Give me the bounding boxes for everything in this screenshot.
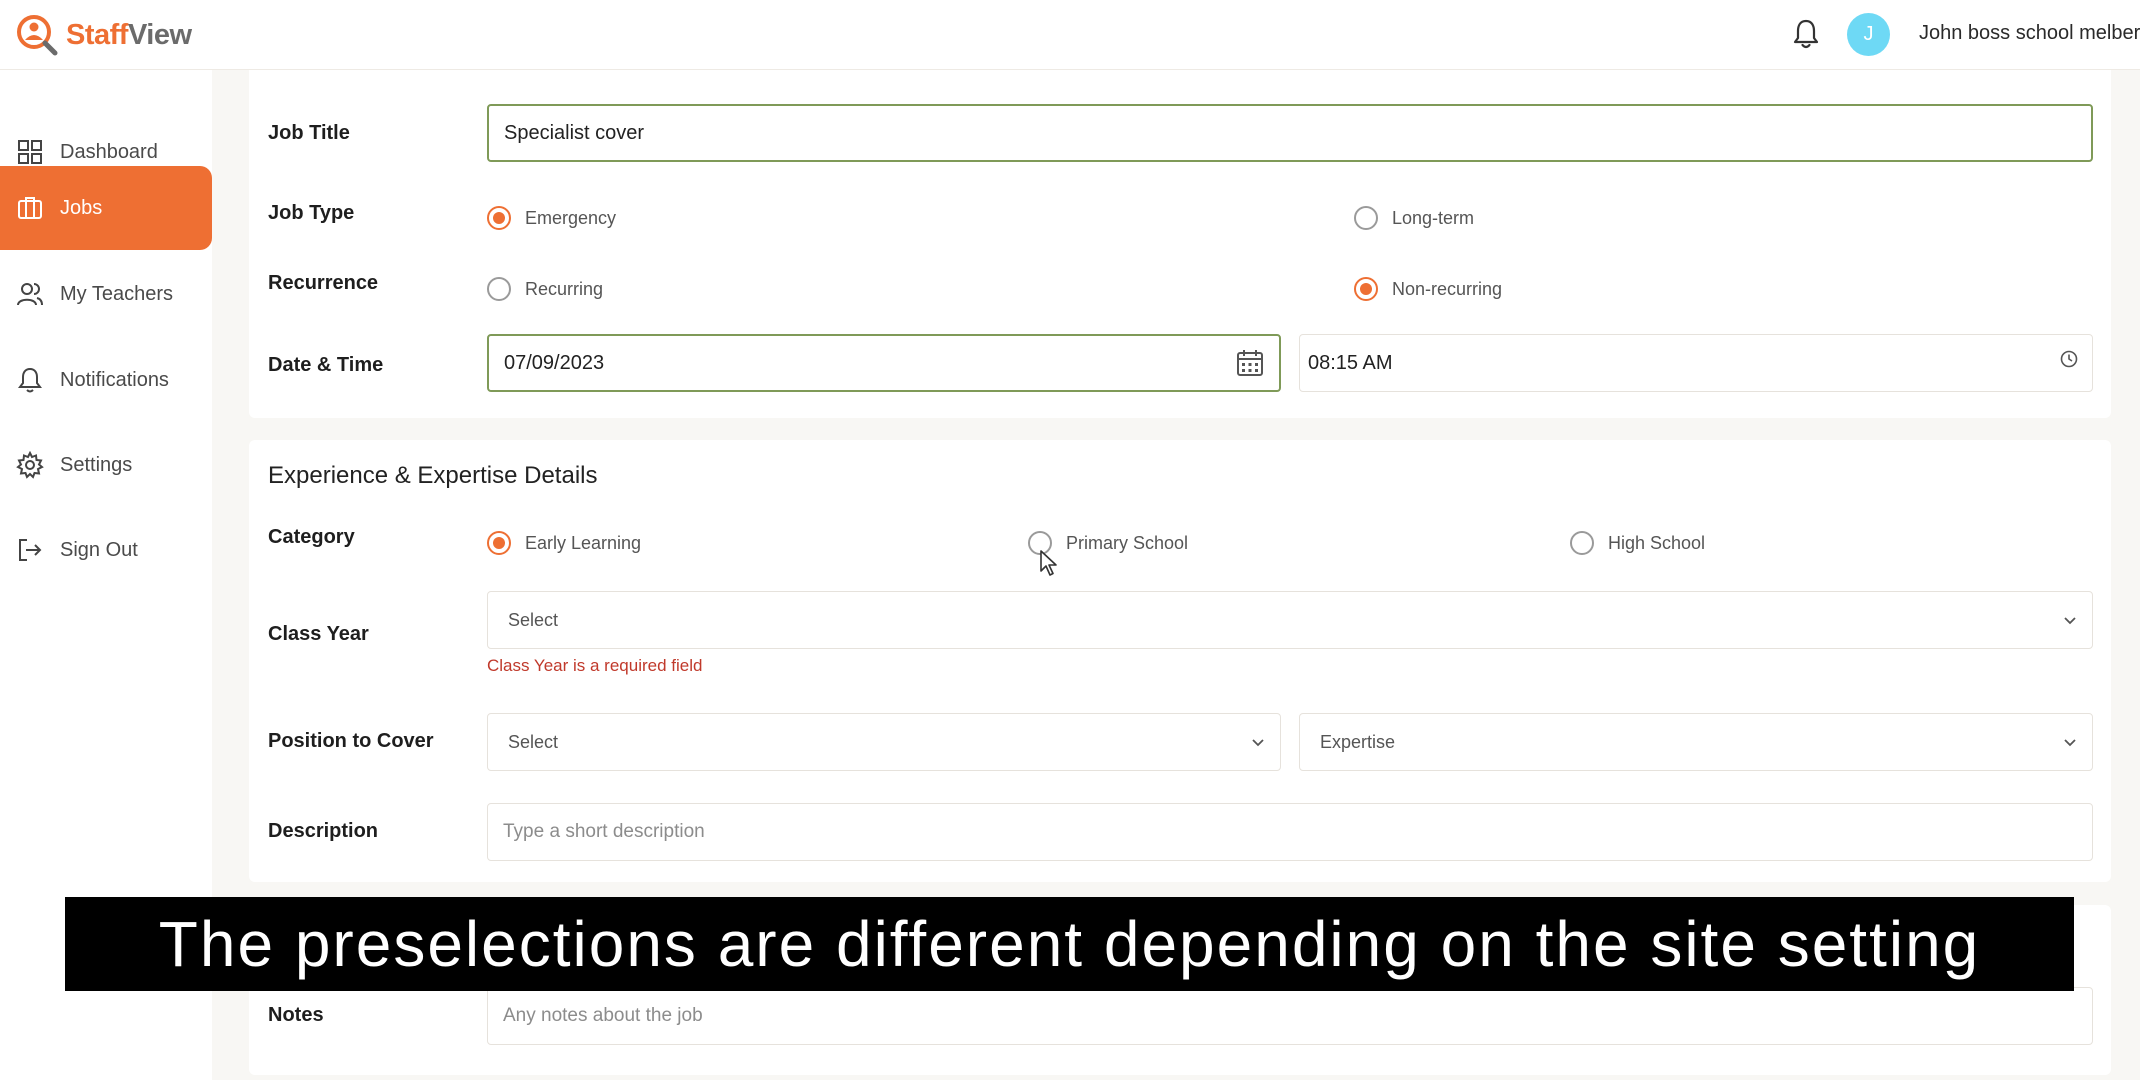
mouse-cursor-icon [1040, 550, 1057, 576]
radio-label: Primary School [1066, 532, 1189, 553]
briefcase-icon [16, 194, 44, 222]
radio-label: High School [1608, 532, 1706, 553]
chevron-down-icon [1250, 734, 1266, 750]
class-year-error: Class Year is a required field [487, 656, 703, 675]
logo-text: StaffView [66, 19, 192, 52]
top-bar: StaffView J John boss school melbern [0, 0, 2140, 70]
clock-icon[interactable] [2060, 350, 2078, 368]
sidebar-item-label: Dashboard [60, 140, 158, 163]
sidebar-item-label: Sign Out [60, 538, 138, 561]
recurrence-recurring-radio[interactable]: Recurring [487, 277, 603, 301]
radio-label: Emergency [525, 207, 617, 228]
staffview-logo[interactable]: StaffView [16, 10, 192, 60]
radio-label: Early Learning [525, 532, 642, 553]
radio-selected-icon [487, 531, 511, 555]
position-placeholder: Select [508, 731, 559, 752]
notes-label: Notes [268, 1004, 324, 1026]
radio-label: Non-recurring [1392, 278, 1503, 299]
user-avatar[interactable]: J [1847, 13, 1890, 56]
gear-icon [16, 451, 44, 479]
class-year-placeholder: Select [508, 609, 559, 630]
experience-section-title: Experience & Expertise Details [268, 462, 598, 489]
radio-label: Long-term [1392, 207, 1475, 228]
description-label: Description [268, 820, 379, 842]
job-type-emergency-radio[interactable]: Emergency [487, 206, 616, 230]
grid-icon [16, 138, 44, 166]
radio-selected-icon [1354, 277, 1378, 301]
expertise-placeholder: Expertise [1320, 731, 1396, 752]
sidebar-item-label: Jobs [60, 196, 103, 219]
sidebar-item-jobs[interactable]: Jobs [0, 166, 212, 250]
category-high-school-radio[interactable]: High School [1570, 531, 1705, 555]
logo-text-view: View [127, 18, 192, 51]
category-early-learning-radio[interactable]: Early Learning [487, 531, 641, 555]
sign-out-icon [16, 536, 44, 564]
position-select[interactable]: Select [487, 713, 1281, 771]
sidebar-item-label: My Teachers [60, 282, 174, 305]
expertise-select[interactable]: Expertise [1299, 713, 2093, 771]
notes-placeholder: Any notes about the job [503, 1005, 703, 1026]
time-input[interactable]: 08:15 AM [1299, 334, 2093, 392]
recurrence-label: Recurrence [268, 272, 379, 294]
class-year-select[interactable]: Select [487, 591, 2093, 649]
job-title-label: Job Title [268, 122, 350, 144]
job-type-label: Job Type [268, 202, 355, 224]
radio-unselected-icon [1570, 531, 1594, 555]
date-time-label: Date & Time [268, 354, 384, 376]
job-title-input[interactable]: Specialist cover [487, 104, 2093, 162]
logo-magnifier-icon [17, 15, 58, 56]
notes-input[interactable]: Any notes about the job [487, 987, 2093, 1045]
sidebar-item-notifications[interactable]: Notifications [0, 338, 212, 422]
sidebar-item-label: Settings [60, 453, 133, 476]
job-title-value: Specialist cover [504, 121, 645, 144]
users-icon [16, 280, 44, 308]
date-input[interactable]: 07/09/2023 [487, 334, 1281, 392]
job-type-long-term-radio[interactable]: Long-term [1354, 206, 1474, 230]
user-name[interactable]: John boss school melbern [1919, 22, 2140, 45]
notification-bell-icon[interactable] [1792, 18, 1820, 50]
sidebar-item-settings[interactable]: Settings [0, 423, 212, 507]
sidebar-item-my-teachers[interactable]: My Teachers [0, 252, 212, 336]
logo-text-staff: Staff [66, 18, 128, 51]
sidebar-item-label: Notifications [60, 368, 169, 391]
class-year-label: Class Year [268, 623, 369, 645]
sidebar-item-sign-out[interactable]: Sign Out [0, 508, 212, 592]
radio-label: Recurring [525, 278, 604, 299]
category-label: Category [268, 526, 355, 548]
description-input[interactable]: Type a short description [487, 803, 2093, 861]
radio-unselected-icon [1354, 206, 1378, 230]
radio-unselected-icon [487, 277, 511, 301]
description-placeholder: Type a short description [503, 821, 705, 842]
calendar-icon[interactable] [1235, 348, 1265, 378]
time-value: 08:15 AM [1308, 351, 1393, 374]
recurrence-non-recurring-radio[interactable]: Non-recurring [1354, 277, 1502, 301]
chevron-down-icon [2062, 734, 2078, 750]
position-label: Position to Cover [268, 730, 434, 752]
video-caption: The preselections are different dependin… [65, 897, 2074, 991]
bell-icon [16, 366, 44, 394]
date-value: 07/09/2023 [504, 351, 605, 374]
chevron-down-icon [2062, 612, 2078, 628]
radio-selected-icon [487, 206, 511, 230]
